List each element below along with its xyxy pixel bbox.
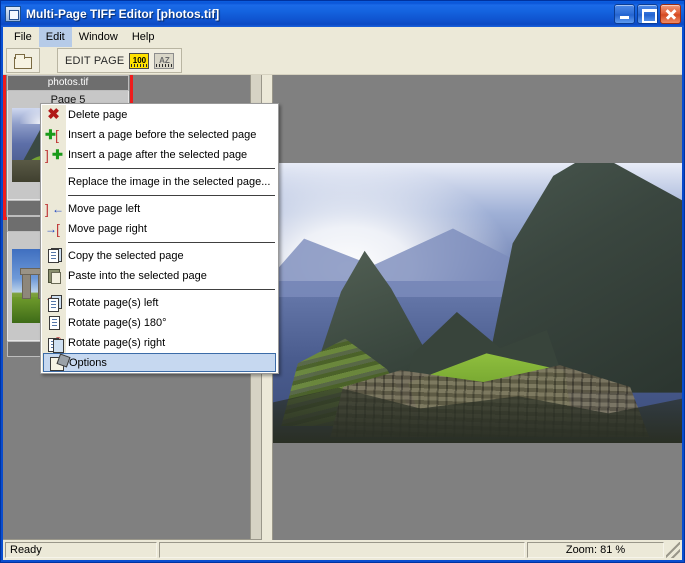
- maximize-button[interactable]: [637, 4, 658, 24]
- toolbar: EDIT PAGE 100 AZ: [3, 47, 682, 75]
- copy-icon: [44, 247, 63, 265]
- move-left-icon: ]←: [44, 200, 63, 218]
- edit-page-label: EDIT PAGE: [65, 55, 124, 67]
- window-title: Multi-Page TIFF Editor [photos.tif]: [26, 7, 612, 21]
- menu-item-label: Move page right: [68, 223, 147, 235]
- menu-item-label: Delete page: [68, 109, 127, 121]
- menu-item-rotate-180[interactable]: Rotate page(s) 180°: [41, 313, 278, 333]
- insert-before-icon: ✚[: [44, 126, 63, 144]
- rotate-180-icon: [44, 314, 63, 332]
- menu-item-label: Move page left: [68, 203, 140, 215]
- scale-az-icon[interactable]: AZ: [154, 53, 174, 69]
- toolbar-edit-page-group: EDIT PAGE 100 AZ: [57, 48, 182, 73]
- menu-item-insert-after[interactable]: ]✚ Insert a page after the selected page: [41, 145, 278, 165]
- red-x-icon: ✖: [44, 106, 63, 124]
- rotate-right-icon: ↷: [44, 334, 63, 352]
- menu-separator: [68, 289, 275, 290]
- menu-item-move-page-right[interactable]: →[ Move page right: [41, 219, 278, 239]
- menu-separator: [68, 242, 275, 243]
- menu-item-replace-image[interactable]: Replace the image in the selected page..…: [41, 172, 278, 192]
- menu-file[interactable]: File: [7, 27, 39, 47]
- app-icon[interactable]: [5, 6, 21, 22]
- page-image-machu-picchu: [273, 163, 682, 443]
- menu-bar: File Edit Window Help: [3, 27, 682, 47]
- menu-item-label: Copy the selected page: [68, 250, 184, 262]
- menu-item-options[interactable]: Options: [43, 353, 276, 372]
- menu-item-delete-page[interactable]: ✖ Delete page: [41, 105, 278, 125]
- menu-item-label: Rotate page(s) left: [68, 297, 159, 309]
- paste-icon: [44, 267, 63, 285]
- open-folder-icon: [14, 54, 32, 68]
- menu-item-label: Paste into the selected page: [68, 270, 207, 282]
- application-window: Multi-Page TIFF Editor [photos.tif] File…: [0, 0, 685, 563]
- menu-item-rotate-right[interactable]: ↷ Rotate page(s) right: [41, 333, 278, 353]
- open-file-button[interactable]: [11, 49, 35, 72]
- rotate-left-icon: ↶: [44, 294, 63, 312]
- main-area: photos.tif Page 5 510 x 344 photos.tif: [3, 75, 682, 540]
- menu-item-label: Insert a page before the selected page: [68, 129, 256, 141]
- menu-separator: [68, 195, 275, 196]
- menu-window[interactable]: Window: [72, 27, 125, 47]
- menu-item-label: Rotate page(s) right: [68, 337, 165, 349]
- menu-item-move-page-left[interactable]: ]← Move page left: [41, 199, 278, 219]
- menu-help[interactable]: Help: [125, 27, 162, 47]
- menu-item-label: Rotate page(s) 180°: [68, 317, 167, 329]
- menu-item-label: Insert a page after the selected page: [68, 149, 247, 161]
- toolbar-file-group: [6, 48, 40, 73]
- scale-100-icon[interactable]: 100: [129, 53, 149, 69]
- minimize-button[interactable]: [614, 4, 635, 24]
- menu-item-rotate-left[interactable]: ↶ Rotate page(s) left: [41, 293, 278, 313]
- resize-grip[interactable]: [666, 542, 680, 558]
- move-right-icon: →[: [44, 220, 63, 238]
- title-bar: Multi-Page TIFF Editor [photos.tif]: [1, 1, 684, 27]
- menu-item-insert-before[interactable]: ✚[ Insert a page before the selected pag…: [41, 125, 278, 145]
- page-viewer[interactable]: [272, 75, 682, 540]
- edit-dropdown-menu: ✖ Delete page ✚[ Insert a page before th…: [40, 103, 279, 374]
- client-area: File Edit Window Help EDIT PAGE 100 AZ: [3, 27, 682, 560]
- insert-after-icon: ]✚: [44, 146, 63, 164]
- menu-separator: [68, 168, 275, 169]
- status-message: [159, 542, 525, 558]
- status-zoom: Zoom: 81 %: [527, 542, 664, 558]
- menu-item-label: Options: [69, 357, 107, 369]
- menu-item-label: Replace the image in the selected page..…: [68, 176, 270, 188]
- thumbnail-header-file: photos.tif: [7, 75, 129, 91]
- menu-edit[interactable]: Edit: [39, 27, 72, 47]
- options-icon: [47, 355, 66, 373]
- status-ready: Ready: [5, 542, 157, 558]
- close-button[interactable]: [660, 4, 681, 24]
- menu-item-copy-page[interactable]: Copy the selected page: [41, 246, 278, 266]
- status-bar: Ready Zoom: 81 %: [3, 540, 682, 560]
- menu-item-paste-page[interactable]: Paste into the selected page: [41, 266, 278, 286]
